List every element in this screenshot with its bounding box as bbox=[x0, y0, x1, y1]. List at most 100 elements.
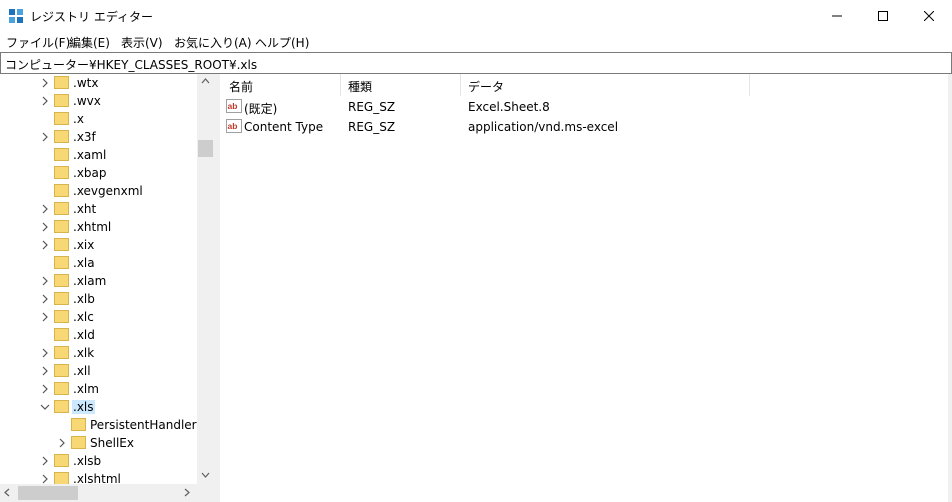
registry-editor-icon bbox=[9, 9, 23, 23]
menu-help[interactable]: ヘルプ(H) bbox=[255, 34, 309, 51]
column-header-data[interactable]: データ bbox=[468, 78, 504, 95]
tree-item-label: .xhtml bbox=[73, 220, 112, 234]
tree-item[interactable]: .xaml bbox=[0, 146, 197, 164]
tree-item[interactable]: .xlam bbox=[0, 272, 197, 290]
column-header-name[interactable]: 名前 bbox=[229, 78, 253, 95]
menu-edit[interactable]: 編集(E) bbox=[69, 34, 110, 51]
string-value-icon: ab bbox=[226, 119, 242, 133]
close-icon bbox=[924, 10, 934, 21]
tree-item-label: .xbap bbox=[73, 166, 107, 180]
window-right-border bbox=[948, 74, 952, 502]
tree-item[interactable]: .wtx bbox=[0, 74, 197, 92]
chevron-down-icon[interactable] bbox=[40, 402, 50, 412]
chevron-right-icon[interactable] bbox=[57, 438, 67, 448]
chevron-right-icon[interactable] bbox=[40, 456, 50, 466]
title-bar: レジストリ エディター bbox=[0, 0, 952, 31]
value-list[interactable]: 名前 種類 データ ab (既定) REG_SZ Excel.Sheet.8 a… bbox=[220, 74, 948, 502]
tree-item[interactable]: .xevgenxml bbox=[0, 182, 197, 200]
tree-item[interactable]: .x bbox=[0, 110, 197, 128]
close-button[interactable] bbox=[906, 0, 952, 31]
value-name: (既定) bbox=[244, 102, 278, 116]
tree-item-label: .xla bbox=[73, 256, 95, 270]
tree-item[interactable]: .xhtml bbox=[0, 218, 197, 236]
folder-icon bbox=[54, 382, 69, 395]
scroll-up-icon[interactable] bbox=[201, 78, 210, 84]
minimize-button[interactable] bbox=[814, 0, 860, 31]
tree-item[interactable]: .xls bbox=[0, 398, 197, 416]
scroll-right-icon[interactable] bbox=[184, 488, 190, 497]
folder-icon bbox=[54, 472, 69, 485]
address-path[interactable]: コンピューター¥HKEY_CLASSES_ROOT¥.xls bbox=[5, 56, 257, 73]
tree-horizontal-scrollbar[interactable] bbox=[0, 484, 214, 502]
chevron-right-icon[interactable] bbox=[40, 96, 50, 106]
folder-icon bbox=[54, 310, 69, 323]
menu-file[interactable]: ファイル(F) bbox=[6, 34, 70, 51]
address-bar[interactable]: コンピューター¥HKEY_CLASSES_ROOT¥.xls bbox=[0, 52, 952, 74]
chevron-right-icon[interactable] bbox=[40, 474, 50, 484]
chevron-right-icon[interactable] bbox=[40, 366, 50, 376]
tree-item-label: ShellEx bbox=[90, 436, 134, 450]
value-name: Content Type bbox=[244, 120, 324, 134]
chevron-right-icon[interactable] bbox=[40, 276, 50, 286]
chevron-right-icon[interactable] bbox=[40, 204, 50, 214]
tree-item-label: .xlm bbox=[73, 382, 99, 396]
value-row[interactable]: ab (既定) REG_SZ Excel.Sheet.8 bbox=[220, 97, 948, 117]
tree-item-label: .xll bbox=[73, 364, 91, 378]
scroll-left-icon[interactable] bbox=[4, 488, 10, 497]
tree-item[interactable]: .xlm bbox=[0, 380, 197, 398]
scroll-down-icon[interactable] bbox=[201, 472, 210, 478]
tree-item[interactable]: .xlk bbox=[0, 344, 197, 362]
chevron-right-icon[interactable] bbox=[40, 384, 50, 394]
tree-item[interactable]: .xlc bbox=[0, 308, 197, 326]
column-header-type[interactable]: 種類 bbox=[348, 78, 372, 95]
chevron-right-icon[interactable] bbox=[40, 222, 50, 232]
folder-icon bbox=[54, 166, 69, 179]
tree-item-label: .xls bbox=[72, 400, 95, 414]
column-divider[interactable] bbox=[460, 74, 461, 96]
tree-vertical-scrollbar[interactable] bbox=[197, 74, 214, 484]
chevron-right-icon[interactable] bbox=[40, 240, 50, 250]
tree-item[interactable]: .xla bbox=[0, 254, 197, 272]
folder-icon bbox=[54, 274, 69, 287]
chevron-right-icon[interactable] bbox=[40, 78, 50, 88]
value-row[interactable]: ab Content Type REG_SZ application/vnd.m… bbox=[220, 117, 948, 137]
chevron-right-icon[interactable] bbox=[40, 348, 50, 358]
tree-item[interactable]: .xht bbox=[0, 200, 197, 218]
tree-item[interactable]: PersistentHandler bbox=[0, 416, 197, 434]
tree-item[interactable]: .xbap bbox=[0, 164, 197, 182]
maximize-icon bbox=[878, 10, 888, 21]
tree-item[interactable]: .wvx bbox=[0, 92, 197, 110]
folder-icon bbox=[54, 220, 69, 233]
tree-item[interactable]: .xll bbox=[0, 362, 197, 380]
column-divider[interactable] bbox=[749, 74, 750, 96]
tree-item[interactable]: .xlsb bbox=[0, 452, 197, 470]
maximize-button[interactable] bbox=[860, 0, 906, 31]
folder-icon bbox=[71, 436, 86, 449]
menu-favorites[interactable]: お気に入り(A) bbox=[174, 34, 252, 51]
tree-item-label: .x3f bbox=[73, 130, 96, 144]
svg-text:ab: ab bbox=[228, 121, 238, 131]
tree-item[interactable]: .xld bbox=[0, 326, 197, 344]
chevron-right-icon[interactable] bbox=[40, 294, 50, 304]
tree-item[interactable]: .x3f bbox=[0, 128, 197, 146]
tree-vertical-scroll-thumb[interactable] bbox=[198, 140, 213, 157]
tree-horizontal-scroll-thumb[interactable] bbox=[18, 486, 78, 500]
menu-view[interactable]: 表示(V) bbox=[121, 34, 163, 51]
folder-icon bbox=[54, 202, 69, 215]
folder-icon bbox=[54, 112, 69, 125]
minimize-icon bbox=[832, 15, 842, 16]
folder-icon bbox=[54, 256, 69, 269]
folder-icon bbox=[54, 328, 69, 341]
chevron-right-icon[interactable] bbox=[40, 132, 50, 142]
chevron-right-icon[interactable] bbox=[40, 312, 50, 322]
folder-icon bbox=[54, 94, 69, 107]
tree-item-label: .xix bbox=[73, 238, 95, 252]
column-divider[interactable] bbox=[340, 74, 341, 96]
tree-item[interactable]: .xix bbox=[0, 236, 197, 254]
svg-text:ab: ab bbox=[228, 101, 238, 111]
tree-item[interactable]: .xlb bbox=[0, 290, 197, 308]
key-tree[interactable]: .wtx .wvx .x .x3f .xaml .xbap .xevgenxml .xht .x… bbox=[0, 74, 214, 502]
tree-item[interactable]: ShellEx bbox=[0, 434, 197, 452]
tree-item-label: .xld bbox=[73, 328, 95, 342]
tree-item-label: .xlam bbox=[73, 274, 107, 288]
